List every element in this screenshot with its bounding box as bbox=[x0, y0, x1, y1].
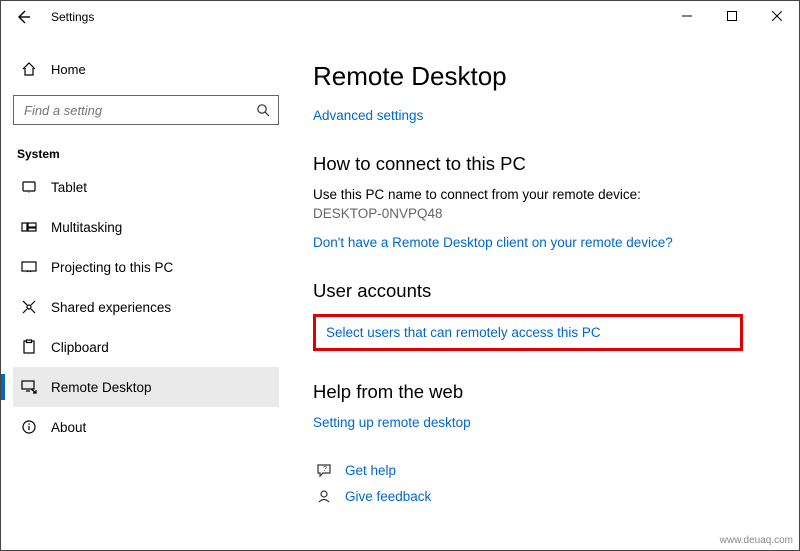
sidebar-item-label: Projecting to this PC bbox=[51, 260, 173, 275]
sidebar-item-about[interactable]: About bbox=[13, 407, 279, 447]
sidebar-item-label: Remote Desktop bbox=[51, 380, 152, 395]
watermark: www.deuaq.com bbox=[720, 535, 793, 546]
selection-indicator bbox=[1, 374, 5, 400]
page-title: Remote Desktop bbox=[313, 61, 777, 92]
sidebar-home-label: Home bbox=[51, 62, 86, 77]
clipboard-icon bbox=[17, 339, 41, 355]
search-input[interactable] bbox=[22, 102, 256, 119]
window-title: Settings bbox=[51, 10, 94, 24]
maximize-button[interactable] bbox=[709, 1, 754, 31]
close-button[interactable] bbox=[754, 1, 799, 31]
tablet-icon bbox=[17, 179, 41, 195]
no-client-link[interactable]: Don't have a Remote Desktop client on yo… bbox=[313, 235, 673, 250]
highlight-annotation: Select users that can remotely access th… bbox=[313, 314, 743, 351]
setup-remote-link[interactable]: Setting up remote desktop bbox=[313, 415, 471, 430]
feedback-icon bbox=[313, 488, 335, 504]
remote-desktop-icon bbox=[17, 379, 41, 395]
multitasking-icon bbox=[17, 219, 41, 235]
home-icon bbox=[17, 61, 41, 77]
get-help-icon: ? bbox=[313, 462, 335, 478]
give-feedback-row[interactable]: Give feedback bbox=[313, 488, 777, 504]
sidebar-item-label: Tablet bbox=[51, 180, 87, 195]
about-icon bbox=[17, 419, 41, 435]
shared-icon bbox=[17, 299, 41, 315]
main-content: Remote Desktop Advanced settings How to … bbox=[291, 33, 799, 550]
sidebar-item-label: Clipboard bbox=[51, 340, 109, 355]
sidebar-item-shared[interactable]: Shared experiences bbox=[13, 287, 279, 327]
user-accounts-heading: User accounts bbox=[313, 280, 777, 302]
sidebar-item-remote-desktop[interactable]: Remote Desktop bbox=[13, 367, 279, 407]
sidebar-category: System bbox=[13, 147, 279, 161]
sidebar-item-tablet[interactable]: Tablet bbox=[13, 167, 279, 207]
sidebar-home[interactable]: Home bbox=[13, 51, 279, 87]
search-icon bbox=[256, 103, 270, 117]
advanced-settings-link[interactable]: Advanced settings bbox=[313, 108, 423, 123]
help-heading: Help from the web bbox=[313, 381, 777, 403]
get-help-row[interactable]: ? Get help bbox=[313, 462, 777, 478]
svg-text:?: ? bbox=[323, 466, 327, 473]
sidebar-item-label: Multitasking bbox=[51, 220, 122, 235]
back-button[interactable] bbox=[13, 7, 33, 27]
sidebar-item-multitasking[interactable]: Multitasking bbox=[13, 207, 279, 247]
sidebar-item-label: Shared experiences bbox=[51, 300, 171, 315]
give-feedback-label: Give feedback bbox=[345, 489, 431, 504]
minimize-button[interactable] bbox=[664, 1, 709, 31]
pc-name: DESKTOP-0NVPQ48 bbox=[313, 206, 777, 221]
connect-heading: How to connect to this PC bbox=[313, 153, 777, 175]
sidebar: Home System Tablet Multitasking Pr bbox=[1, 33, 291, 550]
sidebar-item-projecting[interactable]: Projecting to this PC bbox=[13, 247, 279, 287]
get-help-label: Get help bbox=[345, 463, 396, 478]
connect-description: Use this PC name to connect from your re… bbox=[313, 187, 777, 202]
sidebar-item-label: About bbox=[51, 420, 86, 435]
window-controls bbox=[664, 1, 799, 31]
sidebar-item-clipboard[interactable]: Clipboard bbox=[13, 327, 279, 367]
select-users-link[interactable]: Select users that can remotely access th… bbox=[326, 325, 601, 340]
search-box[interactable] bbox=[13, 95, 279, 125]
projecting-icon bbox=[17, 259, 41, 275]
